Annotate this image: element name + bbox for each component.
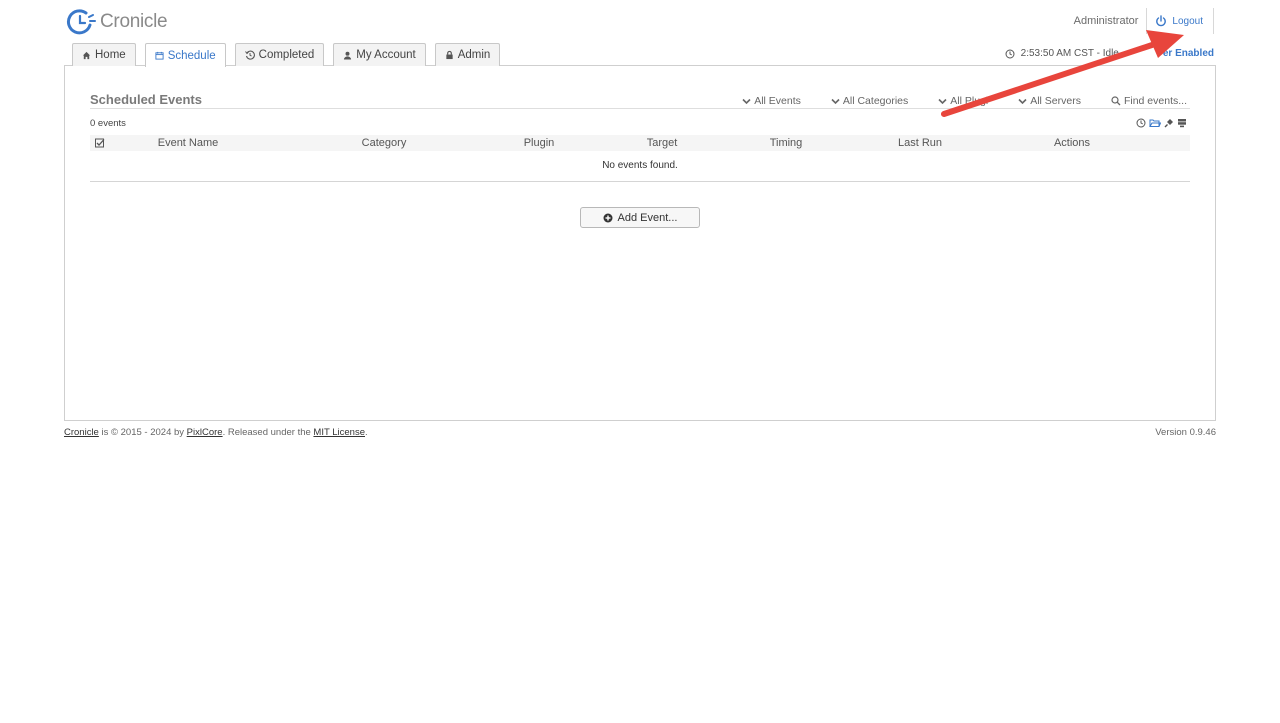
filter-label: All Events bbox=[754, 95, 801, 107]
app-header: Cronicle Administrator Logout bbox=[0, 0, 1280, 44]
filter-label: All Servers bbox=[1030, 95, 1081, 107]
plug-icon[interactable] bbox=[1164, 118, 1174, 128]
tab-schedule[interactable]: Schedule bbox=[144, 43, 226, 67]
footer-text: is © 2015 - 2024 by bbox=[98, 427, 187, 438]
chevron-down-icon bbox=[831, 98, 840, 104]
filter-label: All Categories bbox=[842, 95, 909, 107]
search-icon bbox=[1111, 96, 1121, 106]
home-icon bbox=[82, 51, 91, 59]
column-header[interactable]: Event Name bbox=[158, 137, 219, 149]
tab-label: Schedule bbox=[167, 49, 216, 62]
tab-label: Home bbox=[95, 49, 126, 61]
title-divider bbox=[90, 108, 1190, 109]
logout-label: Logout bbox=[1172, 15, 1203, 27]
tab-home[interactable]: Home bbox=[72, 43, 136, 66]
tab-admin[interactable]: Admin bbox=[434, 43, 501, 66]
footer-cronicle-link[interactable]: Cronicle bbox=[64, 427, 99, 438]
filter-servers[interactable]: All Servers bbox=[1018, 95, 1081, 107]
clock-logo-icon bbox=[66, 9, 96, 35]
search-input[interactable]: Find events... bbox=[1111, 95, 1187, 107]
column-header[interactable]: Last Run bbox=[898, 137, 942, 149]
filter-plugins[interactable]: All Plugi bbox=[938, 95, 988, 107]
history-icon bbox=[244, 50, 255, 60]
status-line: 2:53:50 AM CST - Idle er Enabled bbox=[1005, 48, 1214, 59]
app-name: Cronicle bbox=[100, 11, 168, 32]
column-header[interactable]: Target bbox=[647, 137, 678, 149]
add-event-label: Add Event... bbox=[617, 211, 678, 224]
scheduler-toggle[interactable]: er Enabled bbox=[1163, 48, 1214, 59]
lock-icon bbox=[446, 50, 453, 60]
app-logo[interactable]: Cronicle bbox=[66, 7, 168, 37]
column-header[interactable]: Category bbox=[362, 137, 407, 149]
logout-button[interactable]: Logout bbox=[1146, 8, 1214, 34]
filter-events[interactable]: All Events bbox=[742, 95, 801, 107]
schedule-panel: Scheduled Events All Events All Categori… bbox=[64, 65, 1216, 421]
filter-categories[interactable]: All Categories bbox=[831, 95, 908, 107]
calendar-icon bbox=[155, 51, 164, 60]
footer-author-link[interactable]: PixlCore bbox=[187, 427, 223, 438]
page-title: Scheduled Events bbox=[90, 92, 202, 107]
column-header[interactable]: Plugin bbox=[524, 137, 555, 149]
power-icon bbox=[1156, 15, 1167, 27]
folder-icon[interactable] bbox=[1149, 118, 1161, 128]
clock-view-icon[interactable] bbox=[1136, 118, 1146, 128]
add-event-button[interactable]: Add Event... bbox=[580, 207, 700, 228]
user-icon bbox=[344, 51, 352, 60]
footer-license-link[interactable]: MIT License bbox=[313, 427, 365, 438]
server-clock: 2:53:50 AM CST - Idle bbox=[1020, 48, 1119, 59]
chevron-down-icon bbox=[742, 98, 751, 104]
footer-text: . Released under the bbox=[222, 427, 314, 438]
column-header[interactable]: Actions bbox=[1054, 137, 1090, 149]
chevron-down-icon bbox=[938, 98, 947, 104]
filter-bar: All Events All Categories All Plugi All … bbox=[742, 95, 1187, 107]
tab-label: Admin bbox=[457, 49, 491, 61]
footer: Cronicle is © 2015 - 2024 by PixlCore. R… bbox=[64, 427, 1216, 438]
plus-circle-icon bbox=[603, 213, 613, 222]
select-all-checkbox-icon[interactable] bbox=[95, 138, 105, 148]
chevron-down-icon bbox=[1018, 98, 1027, 104]
table-header: Event Name Category Plugin Target Timing… bbox=[90, 135, 1190, 151]
tab-completed[interactable]: Completed bbox=[234, 43, 325, 66]
tab-my-account[interactable]: My Account bbox=[333, 43, 426, 66]
main-tabs: Home Schedule Completed My Account Admin bbox=[72, 43, 501, 67]
username[interactable]: Administrator bbox=[1074, 15, 1147, 27]
table-tools bbox=[1136, 118, 1187, 128]
column-header[interactable]: Timing bbox=[770, 137, 803, 149]
tab-label: My Account bbox=[356, 49, 416, 61]
tab-label: Completed bbox=[258, 49, 315, 61]
search-placeholder: Find events... bbox=[1123, 95, 1187, 107]
event-count: 0 events bbox=[90, 118, 126, 129]
empty-table-message: No events found. bbox=[90, 151, 1190, 182]
server-icon[interactable] bbox=[1177, 118, 1187, 128]
filter-label: All Plugi bbox=[950, 95, 989, 107]
user-area: Administrator Logout bbox=[1074, 8, 1214, 34]
clock-icon bbox=[1005, 49, 1015, 58]
footer-text: . bbox=[365, 427, 368, 438]
app-version: Version 0.9.46 bbox=[1155, 427, 1216, 438]
